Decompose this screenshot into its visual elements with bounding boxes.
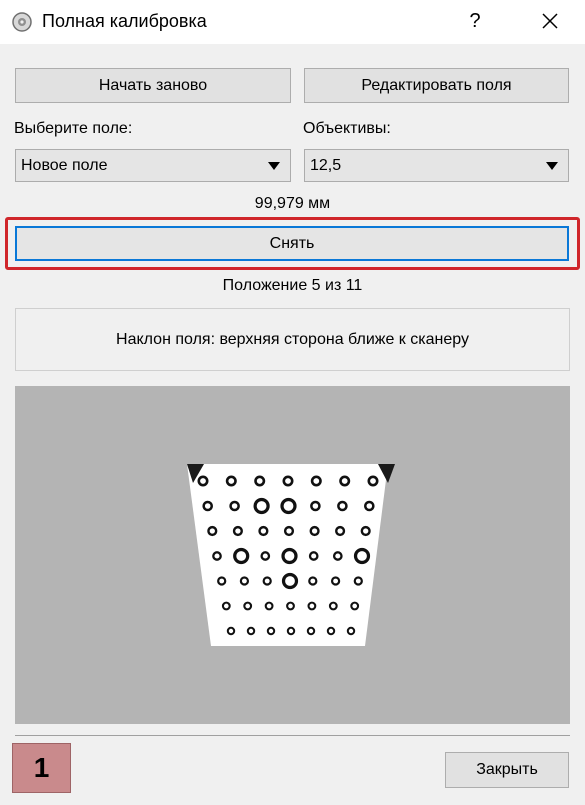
help-button[interactable]: ? [460,6,490,36]
chevron-down-icon [546,162,558,170]
step-badge: 1 [12,743,71,793]
window-title: Полная калибровка [42,11,207,31]
calibration-target-image [187,464,395,646]
field-select[interactable]: Новое поле [15,149,291,182]
measurement-value: 99,979 мм [254,195,331,212]
title-bar: Полная калибровка ? [0,0,585,44]
close-button[interactable]: Закрыть [445,752,569,788]
lens-select-value: 12,5 [310,157,342,174]
edit-fields-button[interactable]: Редактировать поля [304,68,569,103]
camera-preview [15,386,570,724]
shoot-button[interactable]: Снять [15,226,569,261]
app-icon [12,12,32,32]
footer-separator [15,735,570,736]
instruction-text: Наклон поля: верхняя сторона ближе к ска… [116,330,469,348]
field-select-value: Новое поле [21,157,108,174]
lens-select-label: Объективы: [303,120,391,137]
close-icon[interactable] [535,6,565,36]
lens-select[interactable]: 12,5 [304,149,569,182]
instruction-box: Наклон поля: верхняя сторона ближе к ска… [15,308,570,371]
chevron-down-icon [268,162,280,170]
restart-button[interactable]: Начать заново [15,68,291,103]
field-select-label: Выберите поле: [14,120,133,137]
position-indicator: Положение 5 из 11 [222,277,363,294]
